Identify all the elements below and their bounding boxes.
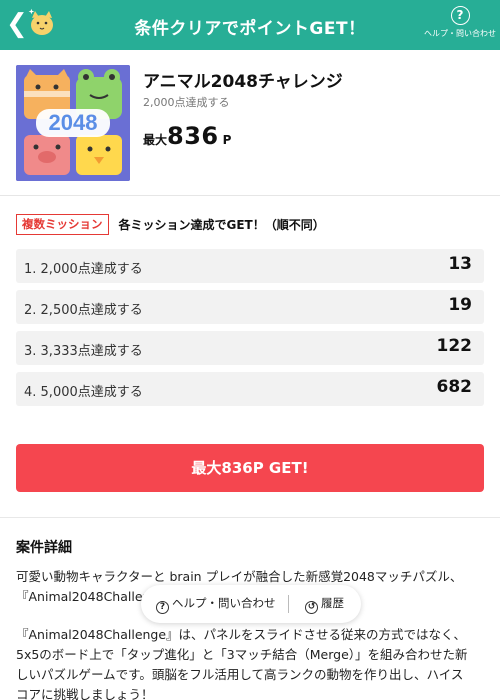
game-thumbnail: 2048 (16, 65, 130, 181)
details-paragraph-2: 『Animal2048Challenge』は、パネルをスライドさせる従来の方式で… (16, 627, 468, 700)
mission-row: 1. 2,000点達成する 13 (16, 249, 484, 283)
game-card: 2048 アニマル2048チャレンジ 2,000点達成する 最大836 P (0, 50, 500, 196)
mission-points: 19 (448, 295, 472, 315)
mission-points: 122 (436, 336, 473, 356)
multi-mission-badge: 複数ミッション (16, 214, 109, 235)
mission-label: 2. 2,500点達成する (24, 303, 143, 318)
mission-row: 4. 5,000点達成する 682 (16, 372, 484, 406)
max-value: 836 (167, 122, 219, 150)
pill-history-button[interactable]: ↺ 履歴 (305, 595, 344, 614)
mission-row: 2. 2,500点達成する 19 (16, 290, 484, 324)
get-points-button[interactable]: 最大836P GET! (16, 444, 484, 492)
pill-divider (288, 595, 289, 613)
floating-action-pill: ? ヘルプ・問い合わせ ↺ 履歴 (141, 585, 361, 623)
mission-points: 682 (436, 377, 473, 397)
question-circle-icon: ? (156, 601, 169, 614)
mission-row: 3. 3,333点達成する 122 (16, 331, 484, 365)
mission-label: 3. 3,333点達成する (24, 344, 143, 359)
mission-description: 各ミッション達成でGET！（順不同） (118, 218, 325, 232)
help-contact-button[interactable]: ? ヘルプ・問い合わせ (424, 6, 496, 39)
pill-help-label: ヘルプ・問い合わせ (172, 596, 276, 610)
question-circle-icon: ? (450, 6, 470, 25)
game-title: アニマル2048チャレンジ (143, 72, 343, 92)
mission-label: 1. 2,000点達成する (24, 262, 143, 277)
details-heading: 案件詳細 (16, 540, 72, 556)
max-prefix: 最大 (143, 133, 168, 147)
mission-label: 4. 5,000点達成する (24, 385, 143, 400)
top-app-bar: ❮ 条件クリアでポイントGET！ ? ヘルプ・問い合わせ (0, 0, 500, 50)
mission-header: 複数ミッション 各ミッション達成でGET！（順不同） (16, 214, 325, 236)
help-contact-label: ヘルプ・問い合わせ (424, 29, 496, 38)
max-unit: P (222, 133, 232, 147)
section-divider (0, 517, 500, 518)
pill-history-label: 履歴 (321, 596, 344, 610)
thumb-logo-text: 2048 (49, 110, 98, 135)
history-clock-icon: ↺ (305, 601, 318, 614)
game-subtitle: 2,000点達成する (143, 96, 230, 109)
pill-help-button[interactable]: ? ヘルプ・問い合わせ (156, 595, 276, 614)
max-points: 最大836 P (143, 122, 231, 150)
mission-points: 13 (448, 254, 472, 274)
